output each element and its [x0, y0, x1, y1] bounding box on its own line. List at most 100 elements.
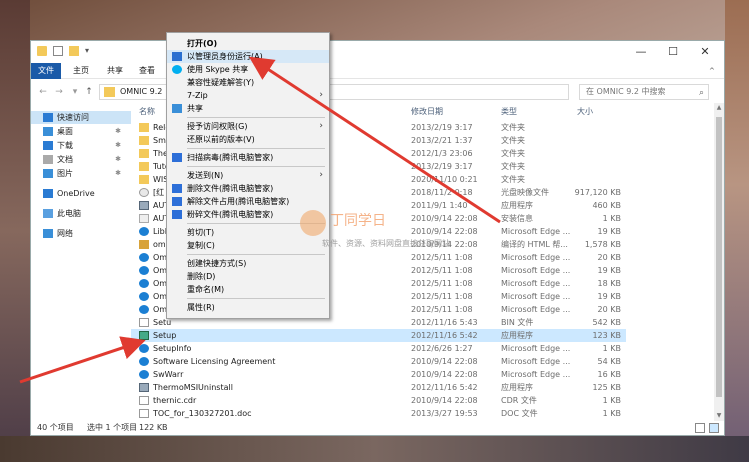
menu-item-label: 兼容性疑难解答(Y) [187, 78, 255, 87]
file-date: 2018/11/2 0:18 [411, 188, 473, 197]
watermark-logo-icon [300, 210, 326, 236]
column-name-header[interactable]: 名称 [139, 105, 155, 119]
file-type: 应用程序 [501, 331, 533, 340]
menu-item[interactable]: 删除(D) [167, 270, 329, 283]
chevron-right-icon: › [319, 121, 323, 131]
menu-item[interactable]: 兼容性疑难解答(Y) [167, 76, 329, 89]
file-date: 2013/2/21 1:37 [411, 136, 473, 145]
new-folder-icon[interactable] [69, 46, 79, 56]
menu-item[interactable]: 还原以前的版本(V) [167, 133, 329, 146]
scroll-up-icon[interactable]: ▲ [714, 103, 724, 113]
column-size-header[interactable]: 大小 [577, 105, 593, 119]
tab-home[interactable]: 主页 [67, 63, 95, 79]
scroll-down-icon[interactable]: ▼ [714, 411, 724, 421]
pin-icon[interactable]: ✱ [115, 139, 121, 152]
vertical-scrollbar[interactable]: ▲ ▼ [714, 103, 724, 421]
tab-view[interactable]: 查看 [133, 63, 161, 79]
properties-icon[interactable] [53, 46, 63, 56]
ribbon-expand-button[interactable]: ^ [703, 63, 721, 79]
file-row[interactable]: SwWarr 2010/9/14 22:08 Microsoft Edge ... 1… [131, 368, 626, 381]
pin-icon[interactable]: ✱ [115, 153, 121, 166]
nav-item[interactable]: 图片 ✱ [31, 167, 131, 180]
file-date: 2013/3/27 19:53 [411, 409, 478, 418]
file-date: 2012/6/26 1:27 [411, 344, 473, 353]
file-type: Microsoft Edge ... [501, 357, 571, 366]
file-type: Microsoft Edge ... [501, 370, 571, 379]
computer-icon [43, 209, 53, 218]
nav-item[interactable]: 快速访问 [31, 111, 131, 124]
file-row[interactable]: thernic.cdr 2010/9/14 22:08 CDR 文件 1 KB [131, 394, 626, 407]
menu-item-label: 发送到(N) [187, 171, 224, 180]
file-row[interactable]: ThermoMSIUninstall 2012/11/16 5:42 应用程序 125… [131, 381, 626, 394]
menu-item[interactable]: 重命名(M) [167, 283, 329, 296]
pin-icon[interactable]: ✱ [115, 167, 121, 180]
menu-item[interactable]: 属性(R) [167, 301, 329, 314]
file-type: Microsoft Edge ... [501, 266, 571, 275]
file-row[interactable]: Software Licensing Agreement 2010/9/14 22… [131, 355, 626, 368]
menu-item[interactable]: 创建快捷方式(S) [167, 257, 329, 270]
nav-item[interactable]: 网络 [31, 227, 131, 240]
folder-icon[interactable] [37, 46, 47, 56]
file-date: 2012/5/11 1:08 [411, 279, 473, 288]
menu-item-label: 属性(R) [187, 303, 215, 312]
file-size: 19 KB [597, 227, 621, 236]
forward-arrow-icon[interactable]: → [53, 85, 65, 99]
menu-item[interactable]: 使用 Skype 共享 [167, 63, 329, 76]
nav-item[interactable]: 文档 ✱ [31, 153, 131, 166]
menu-item-label: 粉碎文件(腾讯电脑管家) [187, 210, 274, 219]
file-name: SwWarr [153, 370, 184, 379]
folder-icon [139, 149, 149, 158]
recent-dropdown-icon[interactable]: ▾ [69, 85, 81, 99]
large-icons-view-button[interactable] [709, 423, 719, 433]
back-arrow-icon[interactable]: ← [37, 85, 49, 99]
file-row[interactable]: TOC_for_130327201.doc 2013/3/27 19:53 DOC … [131, 407, 626, 420]
file-row[interactable]: Setup 2012/11/16 5:42 应用程序 123 KB [131, 329, 626, 342]
file-date: 2012/5/11 1:08 [411, 253, 473, 262]
column-date-header[interactable]: 修改日期 [411, 105, 443, 119]
folder-icon [139, 175, 149, 184]
file-date: 2020/11/10 0:21 [411, 175, 478, 184]
file-name: SetupInfo [153, 344, 192, 353]
menu-separator [187, 117, 325, 118]
menu-item[interactable]: 打开(O) [167, 37, 329, 50]
menu-item[interactable]: 授予访问权限(G) › [167, 120, 329, 133]
file-size: 1 KB [602, 214, 621, 223]
menu-item-label: 重命名(M) [187, 285, 225, 294]
app-icon [139, 383, 149, 392]
menu-item-label: 扫描病毒(腾讯电脑管家) [187, 153, 274, 162]
minimize-button[interactable]: — [627, 41, 655, 63]
chevron-right-icon: › [319, 170, 323, 180]
nav-item[interactable]: 下载 ✱ [31, 139, 131, 152]
tab-share[interactable]: 共享 [101, 63, 129, 79]
tab-file[interactable]: 文件 [31, 63, 61, 79]
nav-item[interactable]: 此电脑 [31, 207, 131, 220]
chevron-right-icon: › [319, 90, 323, 100]
file-row[interactable]: SetupInfo 2012/6/26 1:27 Microsoft Edge ..… [131, 342, 626, 355]
menu-item[interactable]: 共享 [167, 102, 329, 115]
file-date: 2010/9/14 22:08 [411, 370, 478, 379]
pin-icon[interactable]: ✱ [115, 125, 121, 138]
search-input[interactable]: 在 OMNIC 9.2 中搜索 ⌕ [579, 84, 709, 100]
file-date: 2012/5/11 1:08 [411, 292, 473, 301]
scroll-thumb[interactable] [716, 117, 722, 397]
menu-item[interactable]: 扫描病毒(腾讯电脑管家) [167, 151, 329, 164]
document-icon [43, 155, 53, 164]
up-arrow-icon[interactable]: ↑ [83, 85, 95, 99]
maximize-button[interactable]: ☐ [659, 41, 687, 63]
nav-item[interactable]: 桌面 ✱ [31, 125, 131, 138]
column-type-header[interactable]: 类型 [501, 105, 517, 119]
menu-item[interactable]: 发送到(N) › [167, 169, 329, 182]
file-type: CDR 文件 [501, 396, 537, 405]
menu-item[interactable]: 以管理员身份运行(A) [167, 50, 329, 63]
nav-item[interactable]: OneDrive [31, 187, 131, 200]
details-view-button[interactable] [695, 423, 705, 433]
file-type: Microsoft Edge ... [501, 305, 571, 314]
path-segment[interactable]: OMNIC 9.2 [120, 87, 162, 96]
menu-separator [187, 148, 325, 149]
menu-item[interactable]: 解除文件占用(腾讯电脑管家) [167, 195, 329, 208]
close-button[interactable]: ✕ [691, 41, 719, 63]
file-size: 1 KB [602, 396, 621, 405]
menu-item[interactable]: 删除文件(腾讯电脑管家) [167, 182, 329, 195]
chevron-down-icon[interactable]: ▾ [85, 46, 95, 56]
menu-item[interactable]: 7-Zip › [167, 89, 329, 102]
